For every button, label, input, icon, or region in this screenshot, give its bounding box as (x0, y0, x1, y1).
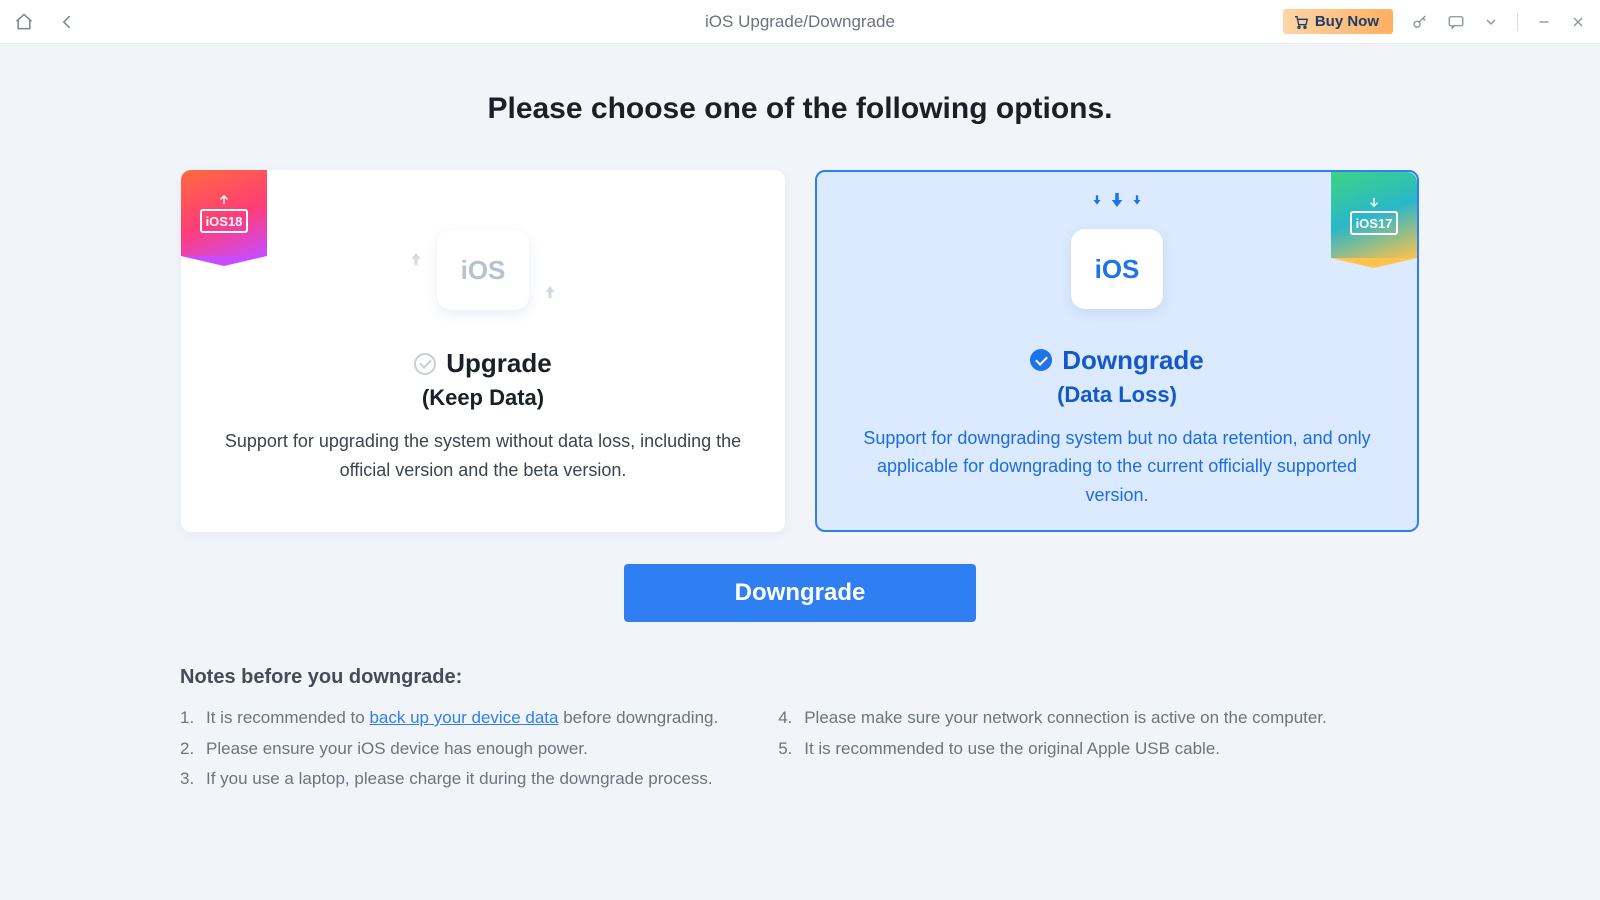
upgrade-illus-text: iOS (461, 255, 506, 286)
notes-title: Notes before you downgrade: (180, 666, 1420, 689)
downgrade-illus-text: iOS (1095, 254, 1140, 285)
downgrade-ribbon: iOS17 (1331, 172, 1417, 258)
home-icon[interactable] (14, 12, 34, 32)
upgrade-ribbon: iOS18 (181, 170, 267, 256)
note-item: 4.Please make sure your network connecti… (778, 703, 1327, 734)
notes-list-right: 4.Please make sure your network connecti… (778, 703, 1327, 795)
arrow-up-icon (541, 283, 559, 306)
option-cards: iOS18 iOS Upgrade (Keep Data) Support fo… (181, 170, 1419, 532)
key-icon[interactable] (1411, 13, 1429, 31)
close-icon[interactable] (1570, 14, 1586, 30)
notes-section: Notes before you downgrade: 1. It is rec… (180, 666, 1420, 795)
arrows-down-icon (1090, 193, 1144, 207)
downgrade-illustration: iOS (1071, 212, 1163, 327)
notes-list-left: 1. It is recommended to back up your dev… (180, 703, 718, 795)
page-heading: Please choose one of the following optio… (487, 92, 1112, 126)
note-item: 1. It is recommended to back up your dev… (180, 703, 718, 734)
upgrade-description: Support for upgrading the system without… (209, 427, 757, 485)
chevron-down-icon[interactable] (1483, 14, 1499, 30)
main-content: Please choose one of the following optio… (0, 44, 1600, 795)
backup-link[interactable]: back up your device data (369, 708, 558, 727)
upgrade-ribbon-label: iOS18 (200, 209, 248, 233)
separator (1517, 13, 1518, 31)
note-item: 2.Please ensure your iOS device has enou… (180, 734, 718, 765)
feedback-icon[interactable] (1447, 13, 1465, 31)
downgrade-button[interactable]: Downgrade (624, 564, 976, 622)
upgrade-illustration: iOS (437, 210, 529, 330)
window-title: iOS Upgrade/Downgrade (705, 12, 895, 32)
downgrade-subtitle: (Data Loss) (1057, 382, 1177, 408)
downgrade-title: Downgrade (1062, 345, 1204, 376)
arrow-up-icon (407, 250, 425, 273)
upgrade-subtitle: (Keep Data) (422, 385, 544, 411)
note-item: 3.If you use a laptop, please charge it … (180, 764, 718, 795)
downgrade-description: Support for downgrading system but no da… (845, 424, 1389, 510)
buy-now-label: Buy Now (1315, 13, 1379, 30)
upgrade-title: Upgrade (446, 348, 551, 379)
back-icon[interactable] (58, 12, 78, 32)
downgrade-ribbon-label: iOS17 (1350, 211, 1398, 235)
titlebar: iOS Upgrade/Downgrade Buy Now (0, 0, 1600, 44)
buy-now-button[interactable]: Buy Now (1283, 9, 1393, 34)
upgrade-card[interactable]: iOS18 iOS Upgrade (Keep Data) Support fo… (181, 170, 785, 532)
note-item: 5.It is recommended to use the original … (778, 734, 1327, 765)
checked-icon (1030, 349, 1052, 371)
unchecked-icon (414, 353, 436, 375)
downgrade-card[interactable]: iOS17 iOS Downgrade (Data Loss) Support … (815, 170, 1419, 532)
minimize-icon[interactable] (1536, 14, 1552, 30)
